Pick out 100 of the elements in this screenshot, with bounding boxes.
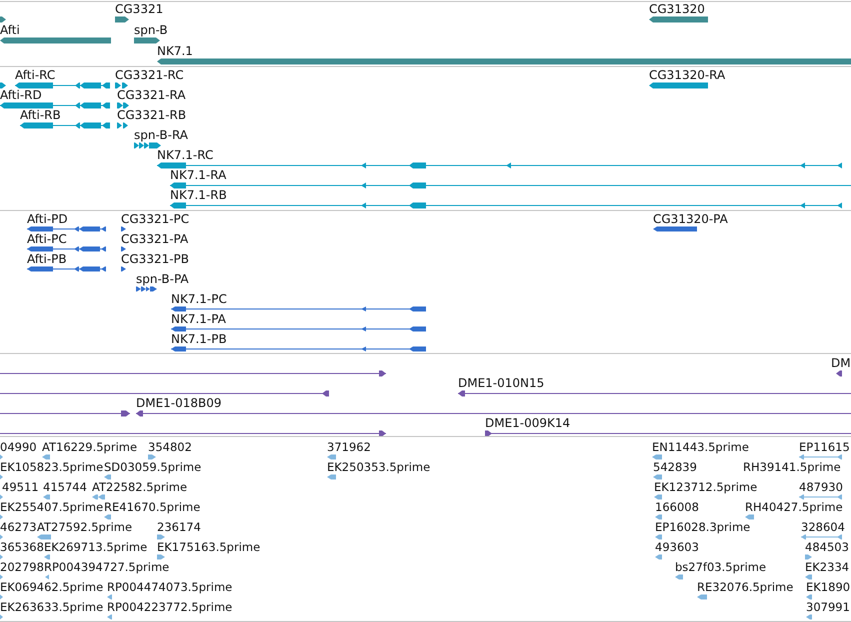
protein-feature[interactable] [136, 286, 157, 292]
transcript-label: CG3321-RC [115, 68, 184, 82]
est-feature[interactable] [655, 514, 662, 520]
est-feature[interactable] [805, 574, 812, 580]
est-feature[interactable] [798, 494, 842, 500]
protein-feature[interactable] [170, 346, 426, 352]
est-label: 415744 [43, 480, 87, 494]
transcript-feature[interactable] [649, 82, 708, 88]
est-label: RE32076.5prime [697, 580, 794, 594]
est-feature[interactable] [745, 514, 754, 520]
protein-label: CG31320-PA [653, 212, 728, 226]
est-label: 493603 [655, 540, 699, 554]
est-feature[interactable] [653, 474, 662, 480]
protein-feature[interactable] [170, 306, 426, 312]
transcript-feature[interactable] [0, 102, 110, 108]
est-feature[interactable] [806, 614, 812, 620]
est-feature[interactable] [45, 574, 49, 580]
gene-feature[interactable] [115, 16, 129, 22]
est-feature[interactable] [0, 614, 3, 620]
est-feature[interactable] [0, 494, 3, 500]
protein-label: NK7.1-PC [171, 292, 227, 306]
est-label: 371962 [327, 440, 371, 454]
est-feature[interactable] [107, 594, 112, 600]
est-feature[interactable] [654, 494, 662, 500]
est-feature[interactable] [148, 454, 156, 460]
est-label: EK069462.5prime [0, 580, 104, 594]
est-feature[interactable] [0, 594, 3, 600]
est-label: EK255407.5prime [0, 500, 104, 514]
est-label: RP004223772.5prime [107, 600, 232, 614]
protein-label: NK7.1-PB [171, 332, 227, 346]
est-label: RP004474073.5prime [107, 580, 232, 594]
est-feature[interactable] [798, 454, 842, 460]
est-feature[interactable] [0, 474, 3, 480]
protein-feature[interactable] [26, 226, 106, 232]
est-feature[interactable] [92, 494, 105, 500]
transcript-feature[interactable] [134, 142, 161, 148]
est-feature[interactable] [0, 454, 3, 460]
protein-feature[interactable] [26, 266, 106, 272]
gene-feature[interactable] [649, 16, 708, 22]
protein-feature[interactable] [26, 246, 106, 252]
est-feature[interactable] [0, 554, 3, 560]
est-feature[interactable] [43, 494, 50, 500]
gene-feature[interactable] [134, 38, 160, 44]
transcript-feature[interactable] [14, 82, 110, 88]
est-feature[interactable] [327, 474, 336, 480]
est-feature[interactable] [327, 454, 336, 460]
transcript-feature[interactable] [170, 182, 851, 188]
gene-feature[interactable] [0, 16, 6, 22]
est-feature[interactable] [655, 554, 662, 560]
est-label: RH40427.5prime [745, 500, 843, 514]
protein-feature[interactable] [170, 326, 426, 332]
est-feature[interactable] [107, 614, 112, 620]
est-label: 46273 [0, 520, 37, 534]
est-feature[interactable] [675, 574, 683, 580]
protein-label: CG3321-PB [121, 252, 190, 266]
est-label: EP16028.3prime [655, 520, 750, 534]
est-feature[interactable] [44, 554, 50, 560]
clone-feature[interactable] [0, 410, 130, 416]
transcript-feature[interactable] [117, 122, 128, 128]
transcript-feature[interactable] [170, 202, 842, 208]
est-feature[interactable] [806, 594, 812, 600]
protein-feature[interactable] [653, 226, 697, 232]
est-feature[interactable] [0, 574, 3, 580]
protein-feature[interactable] [121, 266, 126, 272]
est-feature[interactable] [697, 594, 707, 600]
transcript-feature[interactable] [115, 82, 128, 88]
protein-feature[interactable] [121, 226, 126, 232]
clone-feature[interactable] [484, 430, 851, 436]
gene-label: NK7.1 [157, 44, 193, 58]
est-feature[interactable] [655, 534, 662, 540]
est-feature[interactable] [37, 534, 51, 540]
est-feature[interactable] [104, 514, 111, 520]
clone-feature[interactable] [836, 370, 842, 376]
clone-label: DME1-009K14 [485, 416, 570, 430]
est-label: RE41670.5prime [104, 500, 200, 514]
transcript-feature[interactable] [20, 122, 110, 128]
transcript-label: Afti-RC [15, 68, 56, 82]
est-feature[interactable] [0, 514, 3, 520]
est-feature[interactable] [0, 534, 3, 540]
transcript-feature[interactable] [117, 102, 129, 108]
clone-feature[interactable] [0, 370, 386, 376]
clone-feature[interactable] [0, 430, 386, 436]
clone-feature[interactable] [136, 410, 851, 416]
est-label: EK263633.5prime [0, 600, 104, 614]
transcript-feature[interactable] [0, 82, 6, 88]
est-feature[interactable] [42, 454, 50, 460]
transcript-label: Afti-RB [20, 108, 61, 122]
transcript-label: CG3321-RB [117, 108, 186, 122]
est-feature[interactable] [800, 534, 842, 540]
est-feature[interactable] [157, 554, 165, 560]
est-label: 49511 [2, 480, 39, 494]
est-feature[interactable] [805, 554, 812, 560]
est-label: RP004394727.5prime [44, 560, 170, 574]
est-feature[interactable] [157, 534, 165, 540]
clone-feature[interactable] [458, 390, 851, 396]
est-feature[interactable] [652, 454, 662, 460]
est-feature[interactable] [104, 474, 111, 480]
transcript-feature[interactable] [156, 162, 842, 168]
clone-feature[interactable] [0, 390, 330, 396]
protein-feature[interactable] [121, 246, 126, 252]
